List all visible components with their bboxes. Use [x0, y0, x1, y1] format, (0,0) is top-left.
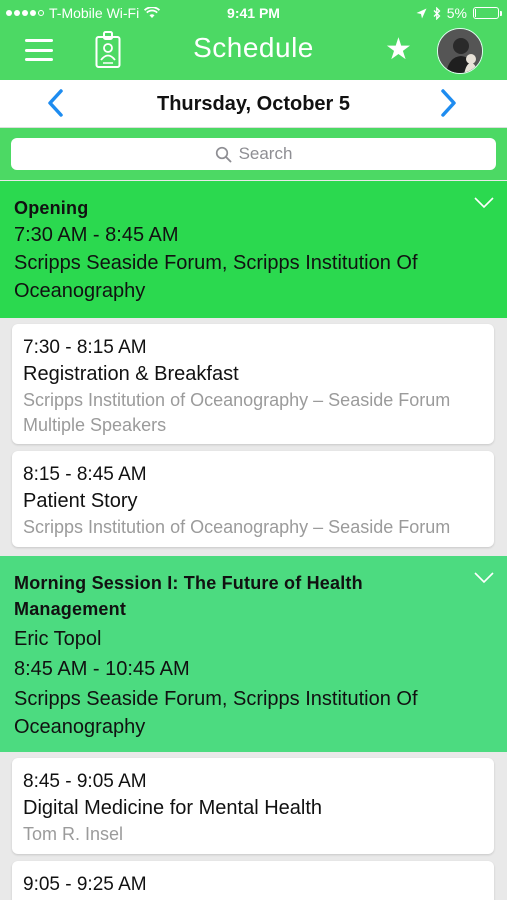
section-speaker: Eric Topol	[14, 628, 102, 650]
session-time: 9:05 - 9:25 AM	[23, 874, 147, 895]
search-input[interactable]: Search	[11, 138, 496, 170]
chevron-down-icon[interactable]	[473, 571, 495, 585]
status-bar: T-Mobile Wi-Fi 9:41 PM 5%	[0, 0, 507, 28]
top-bar: T-Mobile Wi-Fi 9:41 PM 5% Schedule ★	[0, 0, 507, 80]
date-bar: Thursday, October 5	[0, 80, 507, 128]
session-title: Digital Medicine for Mental Health	[23, 797, 323, 819]
section-title: Morning Session I: The Future of Health …	[14, 573, 363, 619]
battery-percent: 5%	[446, 5, 467, 21]
bluetooth-icon	[433, 6, 441, 20]
avatar[interactable]	[437, 28, 483, 74]
session-card[interactable]: 7:30 - 8:15 AM Registration & Breakfast …	[12, 324, 494, 444]
location-arrow-icon	[416, 8, 427, 18]
next-day-button[interactable]	[436, 88, 460, 118]
session-speakers: Multiple Speakers	[23, 415, 167, 435]
section-location: Scripps Seaside Forum, Scripps Instituti…	[14, 688, 418, 738]
section-time: 8:45 AM - 10:45 AM	[14, 658, 190, 680]
search-placeholder: Search	[238, 144, 293, 163]
status-right: 5%	[416, 5, 502, 21]
section-header-opening[interactable]: Opening 7:30 AM - 8:45 AM Scripps Seasid…	[0, 181, 507, 318]
avatar-photo	[438, 29, 482, 73]
session-location: Scripps Institution of Oceanography – Se…	[23, 517, 451, 537]
session-title: Registration & Breakfast	[23, 363, 239, 385]
battery-icon	[473, 7, 502, 19]
search-icon	[215, 146, 232, 162]
nav-bar: Schedule ★	[0, 28, 507, 80]
section-header-morning-session[interactable]: Morning Session I: The Future of Health …	[0, 556, 507, 752]
section-time: 7:30 AM - 8:45 AM	[14, 224, 179, 246]
chevron-down-icon[interactable]	[473, 196, 495, 210]
section-title: Opening	[14, 198, 89, 218]
session-time: 8:15 - 8:45 AM	[23, 464, 147, 485]
session-title: Patient Story	[23, 490, 138, 512]
page-title: Schedule	[193, 32, 314, 63]
session-speakers: Tom R. Insel	[23, 824, 124, 844]
session-card[interactable]: 8:45 - 9:05 AM Digital Medicine for Ment…	[12, 758, 494, 854]
section-location: Scripps Seaside Forum, Scripps Instituti…	[14, 252, 418, 302]
current-date: Thursday, October 5	[156, 93, 350, 115]
session-time: 7:30 - 8:15 AM	[23, 337, 147, 358]
session-time: 8:45 - 9:05 AM	[23, 771, 147, 792]
session-card[interactable]: 9:05 - 9:25 AM	[12, 861, 494, 900]
session-location: Scripps Institution of Oceanography – Se…	[23, 390, 451, 410]
search-area: Search	[0, 128, 507, 180]
session-card[interactable]: 8:15 - 8:45 AM Patient Story Scripps Ins…	[12, 451, 494, 547]
star-icon[interactable]: ★	[385, 34, 412, 66]
